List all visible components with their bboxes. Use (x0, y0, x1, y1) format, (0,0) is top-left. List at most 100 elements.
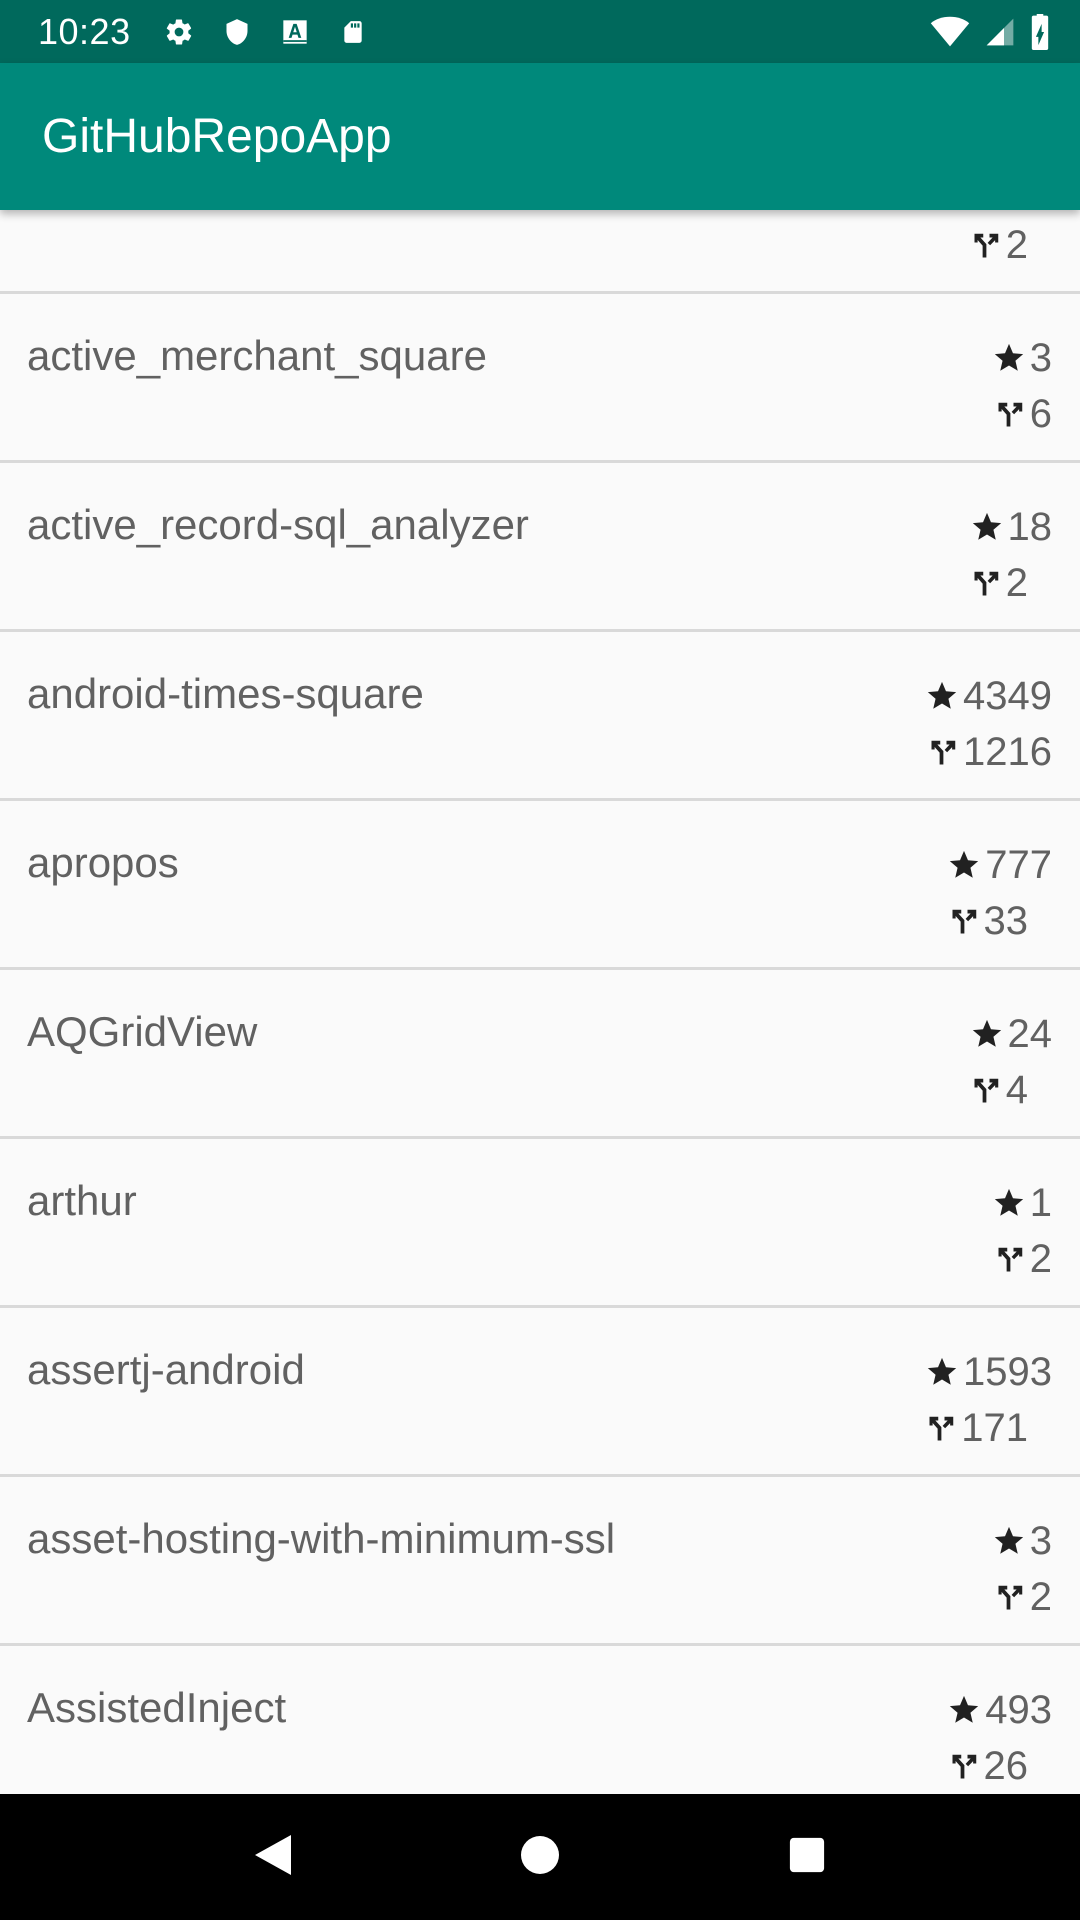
fork-icon (929, 737, 959, 767)
sd-card-icon (335, 14, 371, 50)
forks-line: 4 (972, 1062, 1028, 1118)
forks-count: 171 (961, 1405, 1028, 1450)
stars-line: 1 (992, 1175, 1052, 1231)
repo-list: 2 active_merchant_square 3 6 active_reco… (0, 210, 1080, 1794)
repo-stats: 2 (972, 210, 1052, 273)
status-time: 10:23 (38, 10, 131, 52)
cell-signal-icon (984, 16, 1016, 48)
fork-icon (972, 230, 1002, 260)
stars-count: 3 (1029, 1518, 1052, 1563)
star-icon (970, 510, 1004, 544)
stars-line: 777 (947, 837, 1052, 893)
list-item[interactable]: android-times-square 4349 1216 (0, 632, 1080, 801)
repo-name: assertj-android (27, 1346, 305, 1393)
forks-count: 6 (1029, 391, 1052, 436)
stars-line: 1593 (925, 1344, 1052, 1400)
back-button[interactable] (228, 1812, 318, 1902)
stars-count: 3 (1029, 335, 1052, 380)
forks-line: 2 (972, 217, 1028, 273)
list-item[interactable]: arthur 1 2 (0, 1139, 1080, 1308)
fork-icon (927, 1413, 957, 1443)
fork-icon (972, 1075, 1002, 1105)
forks-count: 4 (1005, 1067, 1028, 1112)
repo-name: android-times-square (27, 670, 424, 717)
list-item[interactable]: 2 (0, 210, 1080, 294)
list-item[interactable]: apropos 777 33 (0, 801, 1080, 970)
repo-stats: 4349 1216 (925, 668, 1052, 780)
stars-count: 4349 (963, 673, 1052, 718)
fork-icon (950, 906, 980, 936)
stars-count: 1593 (963, 1349, 1052, 1394)
star-icon (947, 1693, 981, 1727)
star-icon (925, 1355, 959, 1389)
repo-name: apropos (27, 839, 179, 886)
settings-icon (161, 14, 197, 50)
nav-bar (0, 1794, 1080, 1920)
forks-line: 171 (927, 1400, 1028, 1456)
home-button[interactable] (495, 1812, 585, 1902)
repo-stats: 1 2 (992, 1175, 1052, 1287)
status-icons-right (930, 13, 1050, 50)
status-icons-left (161, 14, 371, 50)
list-item[interactable]: asset-hosting-with-minimum-ssl 3 2 (0, 1477, 1080, 1646)
stars-line: 493 (947, 1682, 1052, 1738)
stars-count: 1 (1029, 1180, 1052, 1225)
stars-line: 18 (970, 499, 1053, 555)
forks-line: 2 (996, 1231, 1052, 1287)
repo-name: AQGridView (27, 1008, 258, 1055)
status-bar: 10:23 (0, 0, 1080, 63)
list-item[interactable]: active_merchant_square 3 6 (0, 294, 1080, 463)
repo-stats: 493 26 (947, 1682, 1052, 1794)
forks-count: 2 (1029, 1574, 1052, 1619)
repo-list-viewport[interactable]: 2 active_merchant_square 3 6 active_reco… (0, 210, 1080, 1794)
forks-count: 33 (983, 898, 1029, 943)
stars-line: 3 (992, 330, 1052, 386)
forks-count: 2 (1029, 1236, 1052, 1281)
repo-stats: 777 33 (947, 837, 1052, 949)
forks-count: 26 (983, 1743, 1029, 1788)
list-item[interactable]: active_record-sql_analyzer 18 2 (0, 463, 1080, 632)
forks-line: 2 (996, 1569, 1052, 1625)
repo-name: active_record-sql_analyzer (27, 501, 529, 548)
recents-icon (788, 1836, 826, 1879)
repo-stats: 3 6 (992, 330, 1052, 442)
stars-count: 18 (1007, 504, 1053, 549)
star-icon (947, 848, 981, 882)
forks-line: 6 (996, 386, 1052, 442)
stars-count: 493 (985, 1687, 1052, 1732)
home-icon (520, 1835, 560, 1880)
list-item[interactable]: AssistedInject 493 26 (0, 1646, 1080, 1794)
fork-icon (996, 1244, 1026, 1274)
forks-line: 33 (950, 893, 1029, 949)
stars-line: 24 (970, 1006, 1053, 1062)
stars-count: 24 (1007, 1011, 1053, 1056)
repo-stats: 24 4 (970, 1006, 1053, 1118)
list-item[interactable]: assertj-android 1593 171 (0, 1308, 1080, 1477)
repo-stats: 1593 171 (925, 1344, 1052, 1456)
app-bar: GitHubRepoApp (0, 63, 1080, 210)
screen: 10:23 GitHubRepoApp 2 active_merchant_sq… (0, 0, 1080, 1920)
forks-count: 2 (1005, 222, 1028, 267)
repo-name: AssistedInject (27, 1684, 287, 1731)
fork-icon (996, 1582, 1026, 1612)
forks-count: 1216 (963, 729, 1052, 774)
wifi-icon (930, 16, 970, 48)
app-title: GitHubRepoApp (42, 110, 392, 163)
star-icon (970, 1017, 1004, 1051)
star-icon (992, 341, 1026, 375)
star-icon (992, 1186, 1026, 1220)
forks-line: 26 (950, 1738, 1029, 1794)
repo-stats: 3 2 (992, 1513, 1052, 1625)
list-item[interactable]: AQGridView 24 4 (0, 970, 1080, 1139)
stars-count: 777 (985, 842, 1052, 887)
stars-line: 3 (992, 1513, 1052, 1569)
repo-name: asset-hosting-with-minimum-ssl (27, 1515, 616, 1562)
stars-line: 4349 (925, 668, 1052, 724)
fork-icon (950, 1751, 980, 1781)
repo-stats: 18 2 (970, 499, 1053, 611)
a-box-icon (277, 14, 313, 50)
battery-charging-icon (1030, 13, 1050, 50)
shield-icon (219, 14, 255, 50)
recents-button[interactable] (762, 1812, 852, 1902)
back-icon (251, 1831, 295, 1884)
